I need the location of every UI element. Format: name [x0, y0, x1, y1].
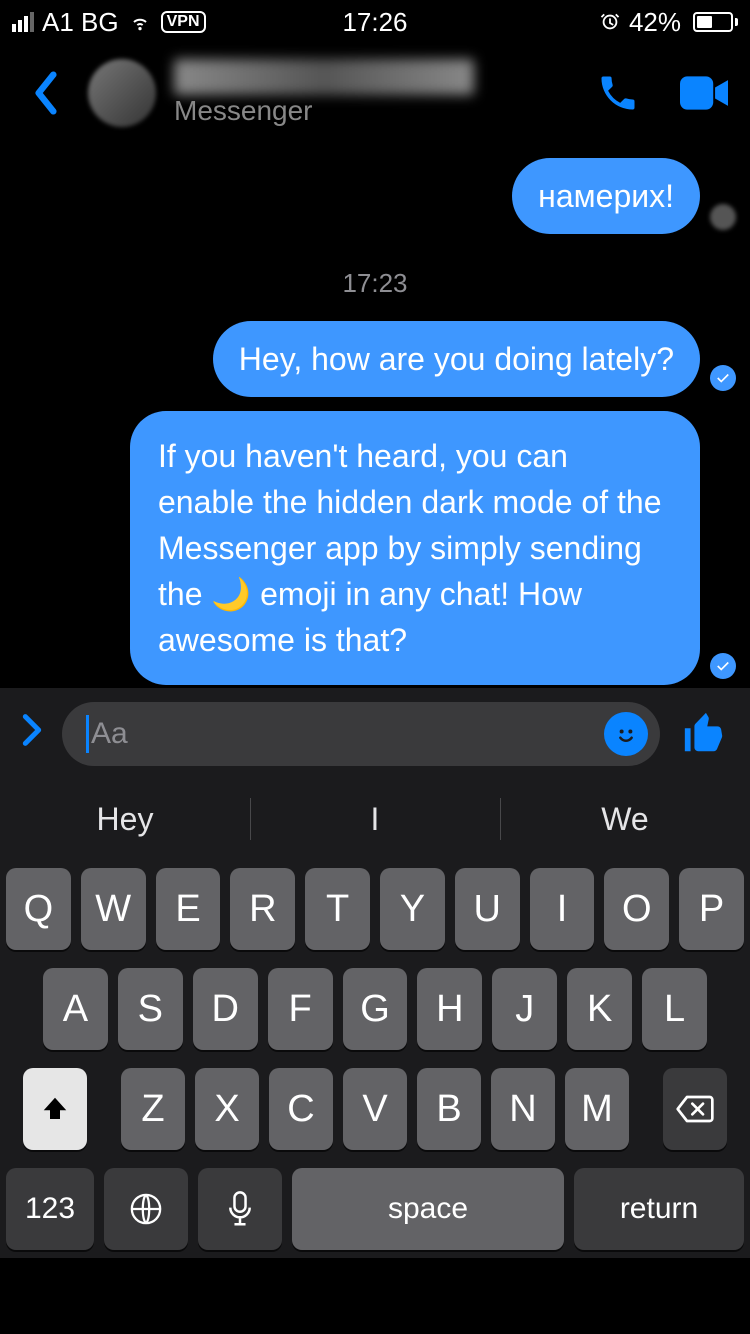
emoji-button[interactable] — [604, 712, 648, 756]
chevron-right-icon — [22, 713, 42, 747]
chat-header: Messenger — [0, 44, 750, 142]
contact-subtitle: Messenger — [174, 95, 576, 127]
key-c[interactable]: C — [269, 1068, 333, 1150]
carrier-label: A1 BG — [42, 7, 119, 38]
expand-actions-button[interactable] — [22, 713, 42, 756]
key-m[interactable]: M — [565, 1068, 629, 1150]
globe-icon — [129, 1192, 163, 1226]
shift-icon — [40, 1094, 70, 1124]
chat-timestamp: 17:23 — [14, 268, 736, 299]
battery-icon — [689, 12, 738, 32]
key-e[interactable]: E — [156, 868, 221, 950]
key-f[interactable]: F — [268, 968, 333, 1050]
sent-message[interactable]: If you haven't heard, you can enable the… — [130, 411, 700, 685]
chevron-left-icon — [33, 71, 59, 115]
key-l[interactable]: L — [642, 968, 707, 1050]
chat-scroll[interactable]: намерих! 17:23 Hey, how are you doing la… — [0, 142, 750, 688]
like-button[interactable] — [680, 710, 728, 758]
sent-message[interactable]: Hey, how are you doing lately? — [213, 321, 700, 397]
key-o[interactable]: O — [604, 868, 669, 950]
key-i[interactable]: I — [530, 868, 595, 950]
delivered-icon — [710, 365, 736, 391]
key-y[interactable]: Y — [380, 868, 445, 950]
contact-name — [174, 59, 474, 95]
phone-icon — [596, 71, 640, 115]
wifi-icon — [127, 12, 153, 32]
key-shift[interactable] — [23, 1068, 87, 1150]
delivered-icon — [710, 653, 736, 679]
video-icon — [680, 73, 728, 113]
contact-avatar[interactable] — [88, 59, 156, 127]
key-x[interactable]: X — [195, 1068, 259, 1150]
key-u[interactable]: U — [455, 868, 520, 950]
message-placeholder: Aa — [91, 717, 604, 751]
key-j[interactable]: J — [492, 968, 557, 1050]
smiley-icon — [611, 719, 641, 749]
key-d[interactable]: D — [193, 968, 258, 1050]
key-t[interactable]: T — [305, 868, 370, 950]
thumbs-up-icon — [681, 711, 727, 757]
sent-message[interactable]: намерих! — [512, 158, 700, 234]
key-n[interactable]: N — [491, 1068, 555, 1150]
key-s[interactable]: S — [118, 968, 183, 1050]
key-z[interactable]: Z — [121, 1068, 185, 1150]
key-v[interactable]: V — [343, 1068, 407, 1150]
key-p[interactable]: P — [679, 868, 744, 950]
status-bar: A1 BG VPN 17:26 42% — [0, 0, 750, 44]
contact-info[interactable]: Messenger — [174, 59, 576, 127]
key-b[interactable]: B — [417, 1068, 481, 1150]
key-return[interactable]: return — [574, 1168, 744, 1250]
suggestion[interactable]: We — [500, 780, 750, 858]
key-space[interactable]: space — [292, 1168, 564, 1250]
key-k[interactable]: K — [567, 968, 632, 1050]
signal-icon — [12, 12, 34, 32]
back-button[interactable] — [22, 69, 70, 117]
composer-bar: Aa — [0, 688, 750, 780]
message-input[interactable]: Aa — [62, 702, 660, 766]
key-dictation[interactable] — [198, 1168, 282, 1250]
backspace-icon — [675, 1094, 715, 1124]
audio-call-button[interactable] — [594, 69, 642, 117]
key-h[interactable]: H — [417, 968, 482, 1050]
keyboard: Q W E R T Y U I O P A S D F G H J K L — [0, 858, 750, 1258]
key-a[interactable]: A — [43, 968, 108, 1050]
key-r[interactable]: R — [230, 868, 295, 950]
key-backspace[interactable] — [663, 1068, 727, 1150]
vpn-badge: VPN — [161, 11, 206, 33]
key-numbers[interactable]: 123 — [6, 1168, 94, 1250]
alarm-icon — [599, 11, 621, 33]
read-receipt-avatar — [710, 204, 736, 230]
suggestion[interactable]: Hey — [0, 780, 250, 858]
keyboard-suggestions: Hey I We — [0, 780, 750, 858]
text-cursor — [86, 715, 89, 753]
suggestion[interactable]: I — [250, 780, 500, 858]
key-g[interactable]: G — [343, 968, 408, 1050]
key-w[interactable]: W — [81, 868, 146, 950]
key-globe[interactable] — [104, 1168, 188, 1250]
battery-pct: 42% — [629, 7, 681, 38]
mic-icon — [226, 1191, 254, 1227]
key-q[interactable]: Q — [6, 868, 71, 950]
video-call-button[interactable] — [680, 69, 728, 117]
